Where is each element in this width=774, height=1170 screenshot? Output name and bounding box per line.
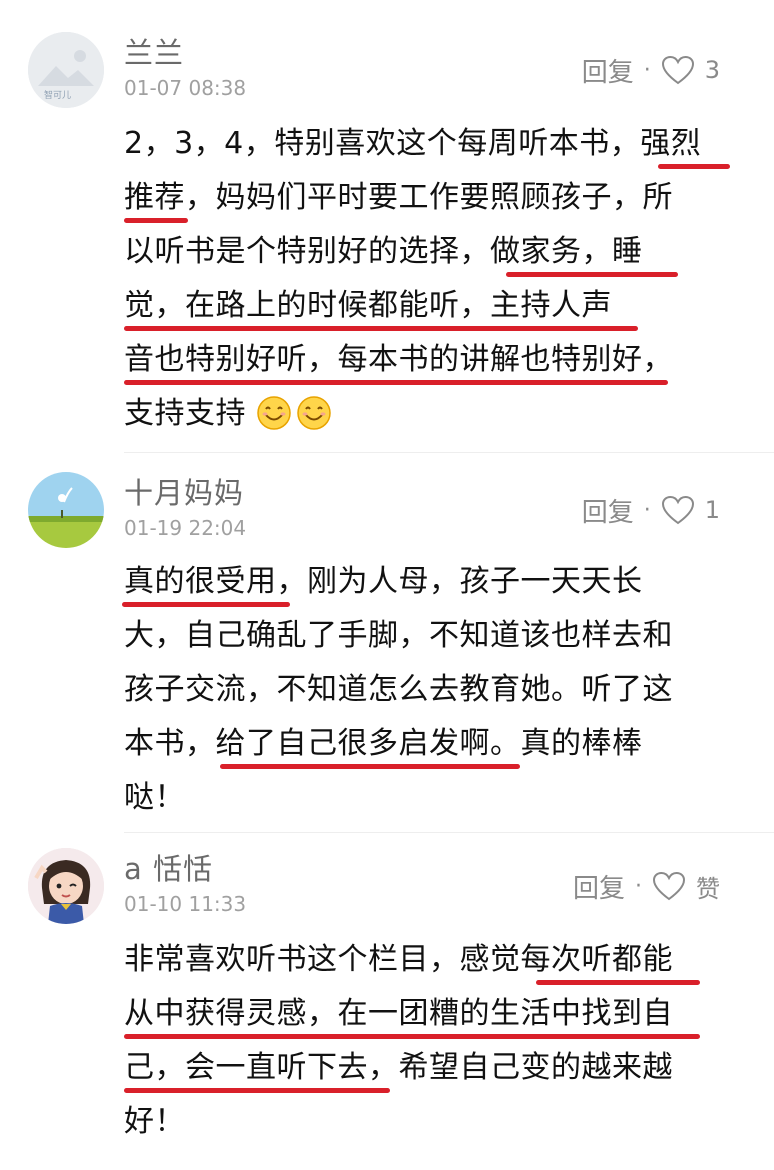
highlight-underline — [122, 602, 290, 607]
comment-line: 2，3，4，特别喜欢这个每周听本书，强烈 — [124, 126, 702, 161]
highlight-underline — [124, 326, 638, 331]
comment-line: 大，自己确乱了手脚，不知道该也样去和 — [124, 618, 673, 653]
highlight-underline — [124, 380, 668, 385]
username[interactable]: 十月妈妈 — [124, 470, 244, 512]
avatar[interactable] — [28, 848, 104, 924]
like-count: 3 — [704, 56, 720, 84]
highlight-underline — [536, 980, 700, 985]
like-count: 1 — [704, 496, 720, 524]
highlight-underline — [124, 218, 188, 223]
separator-dot: · — [635, 873, 642, 899]
username[interactable]: 兰兰 — [124, 30, 184, 72]
comment-line: 推荐，妈妈们平时要工作要照顾孩子，所 — [124, 180, 673, 215]
avatar-caption: 智可儿 — [44, 91, 72, 101]
comment-line: 从中获得灵感，在一团糟的生活中找到自 — [124, 996, 673, 1031]
timestamp: 01-07 08:38 — [124, 76, 247, 100]
comment-line: 真的很受用，刚为人母，孩子一天天长 — [124, 564, 643, 599]
comment-line: 本书，给了自己很多启发啊。真的棒棒 — [124, 726, 643, 761]
smile-emoji-icon — [297, 396, 331, 430]
comment-line: 非常喜欢听书这个栏目，感觉每次听都能 — [124, 942, 673, 977]
username[interactable]: a 恬恬 — [124, 846, 213, 888]
comment-actions: 回复 · 赞 — [573, 868, 720, 904]
comment-line: 觉，在路上的时候都能听，主持人声 — [124, 288, 612, 323]
highlight-underline — [124, 1088, 390, 1093]
highlight-underline — [220, 764, 520, 769]
divider — [124, 832, 774, 833]
comment-line: 哒！ — [124, 780, 185, 815]
reply-button[interactable]: 回复 — [582, 52, 634, 89]
timestamp: 01-10 11:33 — [124, 892, 247, 916]
reply-button[interactable]: 回复 — [582, 492, 634, 529]
comment-actions: 回复 · 3 — [582, 52, 720, 88]
timestamp: 01-19 22:04 — [124, 516, 247, 540]
comment-line: 己，会一直听下去，希望自己变的越来越 — [124, 1050, 673, 1085]
heart-outline-icon[interactable] — [661, 495, 695, 525]
comment-line: 好！ — [124, 1104, 185, 1139]
reply-button[interactable]: 回复 — [573, 868, 625, 905]
like-label: 赞 — [696, 874, 720, 903]
highlight-underline — [506, 272, 678, 277]
comment-line: 以听书是个特别好的选择，做家务，睡 — [124, 234, 643, 269]
comment-line: 音也特别好听，每本书的讲解也特别好， — [124, 342, 673, 377]
smile-emoji-icon — [257, 396, 291, 430]
comment-line-text: 支持支持 — [124, 396, 246, 431]
avatar[interactable]: 智可儿 — [28, 32, 104, 108]
separator-dot: · — [643, 497, 651, 523]
comment-actions: 回复 · 1 — [582, 492, 720, 528]
comment-line: 孩子交流，不知道怎么去教育她。听了这 — [124, 672, 673, 707]
avatar-landscape-icon — [28, 472, 104, 548]
highlight-underline — [124, 1034, 700, 1039]
heart-outline-icon[interactable] — [652, 871, 686, 901]
highlight-underline — [658, 164, 730, 169]
separator-dot: · — [643, 57, 651, 83]
avatar-cartoon-girl-icon — [28, 848, 104, 924]
comment-line: 支持支持 — [124, 394, 336, 434]
heart-outline-icon[interactable] — [661, 55, 695, 85]
divider — [124, 452, 774, 453]
avatar[interactable] — [28, 472, 104, 548]
